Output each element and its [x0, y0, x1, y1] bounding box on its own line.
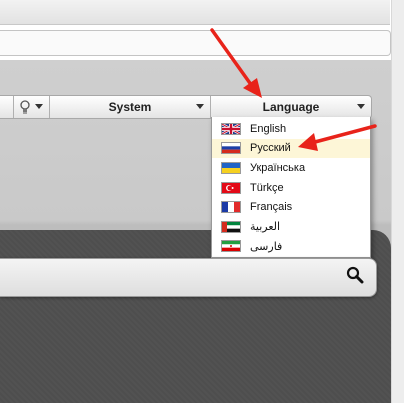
- lightbulb-icon: [19, 100, 31, 114]
- chevron-down-icon: [357, 104, 365, 109]
- language-option-persian[interactable]: فارسی: [212, 237, 370, 257]
- russia-flag-icon: [221, 142, 241, 155]
- language-option-russian[interactable]: Русский: [212, 138, 370, 159]
- language-option-label: فارسی: [250, 240, 283, 253]
- chevron-down-icon: [35, 104, 43, 109]
- ukraine-flag-icon: [221, 161, 241, 174]
- address-bar[interactable]: [0, 30, 391, 56]
- language-menu-label: Language: [262, 100, 320, 114]
- language-menu[interactable]: Language: [211, 96, 371, 118]
- system-menu[interactable]: System: [50, 96, 211, 118]
- language-option-english[interactable]: English: [212, 119, 370, 139]
- toolbar-left-segment[interactable]: [0, 96, 14, 118]
- language-option-label: English: [250, 122, 287, 135]
- language-option-label: العربية: [250, 221, 281, 234]
- uae-flag-icon: [221, 220, 241, 233]
- language-option-label: Türkçe: [250, 181, 284, 194]
- iran-flag-icon: [221, 240, 241, 253]
- search-icon[interactable]: [346, 266, 364, 284]
- window-scrollbar[interactable]: [391, 0, 404, 403]
- uk-flag-icon: [221, 122, 241, 135]
- chevron-down-icon: [196, 104, 204, 109]
- language-option-french[interactable]: Français: [212, 197, 370, 217]
- top-toolbar: System Language: [0, 95, 372, 119]
- language-option-label: Русский: [250, 142, 291, 155]
- language-dropdown: English Русский Українська Türkçe França…: [211, 117, 371, 258]
- system-menu-label: System: [108, 100, 152, 114]
- language-option-ukrainian[interactable]: Українська: [212, 158, 370, 178]
- language-option-label: Українська: [250, 161, 306, 174]
- turkey-flag-icon: [221, 181, 241, 194]
- language-option-turkish[interactable]: Türkçe: [212, 178, 370, 198]
- hints-dropdown[interactable]: [14, 96, 50, 118]
- browser-chrome: [0, 0, 404, 60]
- browser-toolbar-strip: [0, 0, 390, 25]
- search-input[interactable]: [0, 258, 377, 297]
- language-option-arabic[interactable]: العربية: [212, 217, 370, 237]
- france-flag-icon: [221, 201, 241, 214]
- language-option-label: Français: [250, 201, 293, 214]
